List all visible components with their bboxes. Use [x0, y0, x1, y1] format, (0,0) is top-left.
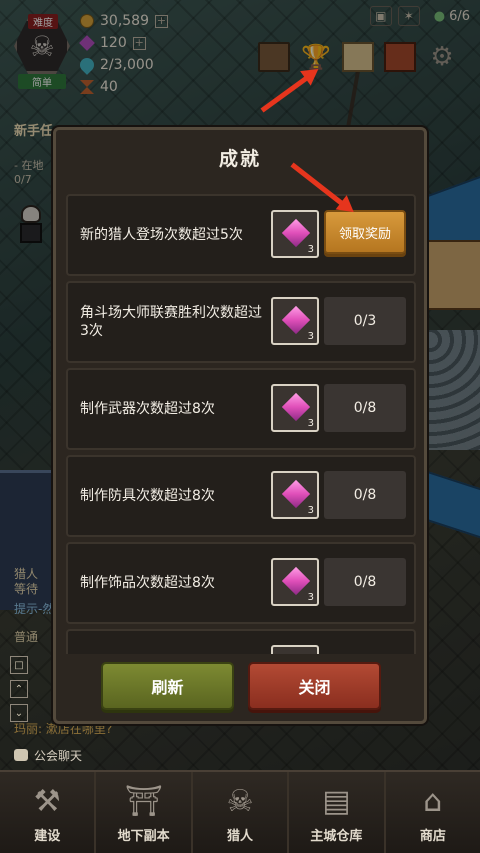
achievement-text: 新的猎人登场次数超过5次 — [80, 227, 243, 243]
warehouse-chest-icon: ▤ — [322, 783, 351, 819]
hammer-icon: ⚒ — [33, 783, 61, 819]
achievement-item: 新的猎人登场次数超过5次 3 领取奖励 — [66, 194, 416, 276]
bottom-nav: ⚒ 建设 ⛩ 地下副本 ☠ 猎人 ▤ 主城仓库 ⌂ 商店 — [0, 770, 480, 853]
nav-build[interactable]: ⚒ 建设 — [0, 772, 97, 853]
achievement-text: 制作饰品次数超过8次 — [80, 575, 215, 591]
achievement-text: 制作武器次数超过8次 — [80, 401, 215, 417]
nav-label: 建设 — [34, 829, 61, 844]
gem-icon — [281, 305, 311, 335]
progress-box: 0/8 — [324, 558, 406, 606]
progress-box: 0/8 — [324, 384, 406, 432]
guild-chat-bar[interactable]: 公会聊天 — [0, 740, 480, 770]
chat-side-controls: □ ⌃ ⌄ — [10, 656, 28, 722]
claim-reward-button[interactable]: 领取奖励 — [324, 210, 406, 254]
progress-box: 0/3 — [324, 297, 406, 345]
nav-hunter[interactable]: ☠ 猎人 — [193, 772, 290, 853]
chevron-down-icon[interactable]: ⌄ — [10, 704, 28, 722]
nav-label: 猎人 — [227, 829, 254, 844]
refresh-button[interactable]: 刷新 — [101, 662, 234, 710]
close-button[interactable]: 关闭 — [248, 662, 381, 710]
reward-qty: 3 — [307, 331, 314, 342]
nav-shop[interactable]: ⌂ 商店 — [386, 772, 480, 853]
reward-qty: 3 — [307, 244, 314, 255]
nav-label: 地下副本 — [117, 829, 170, 844]
gem-icon — [281, 479, 311, 509]
reward-slot[interactable]: 3 — [271, 210, 319, 258]
gem-icon — [281, 218, 311, 248]
chevron-up-icon[interactable]: ⌃ — [10, 680, 28, 698]
reward-qty: 3 — [307, 592, 314, 603]
achievement-item: 制作饰品次数超过8次 3 0/8 — [66, 542, 416, 624]
achievement-item — [66, 629, 416, 654]
reward-slot[interactable]: 3 — [271, 297, 319, 345]
hunter-emblem-icon: ☠ — [226, 783, 254, 819]
nav-warehouse[interactable]: ▤ 主城仓库 — [289, 772, 386, 853]
nav-dungeon[interactable]: ⛩ 地下副本 — [96, 772, 193, 853]
achievement-item: 制作防具次数超过8次 3 0/8 — [66, 455, 416, 537]
reward-slot[interactable]: 3 — [271, 471, 319, 519]
gem-icon — [281, 566, 311, 596]
achievement-item: 制作武器次数超过8次 3 0/8 — [66, 368, 416, 450]
reward-qty: 3 — [307, 505, 314, 516]
achievement-list[interactable]: 新的猎人登场次数超过5次 3 领取奖励 角斗场大师联赛胜利次数超过3次 3 0/… — [66, 186, 416, 654]
guild-chat-label: 公会聊天 — [34, 748, 83, 763]
achievement-text: 角斗场大师联赛胜利次数超过3次 — [80, 305, 262, 339]
chat-bubble-icon — [14, 749, 28, 761]
gem-icon — [281, 392, 311, 422]
reward-slot[interactable]: 3 — [271, 558, 319, 606]
reward-qty: 3 — [307, 418, 314, 429]
achievement-text: 制作防具次数超过8次 — [80, 488, 215, 504]
progress-box: 0/8 — [324, 471, 406, 519]
achievement-modal: 成就 新的猎人登场次数超过5次 3 领取奖励 角斗场大师联赛胜利次数超过3次 3… — [53, 127, 427, 724]
modal-title: 成就 — [218, 148, 261, 170]
shop-icon: ⌂ — [423, 783, 443, 819]
square-icon[interactable]: □ — [10, 656, 28, 674]
achievement-item: 角斗场大师联赛胜利次数超过3次 3 0/3 — [66, 281, 416, 363]
nav-label: 商店 — [419, 829, 446, 844]
dungeon-gate-icon: ⛩ — [124, 783, 163, 819]
reward-slot[interactable]: 3 — [271, 384, 319, 432]
nav-label: 主城仓库 — [310, 829, 363, 844]
reward-slot[interactable] — [271, 645, 319, 654]
